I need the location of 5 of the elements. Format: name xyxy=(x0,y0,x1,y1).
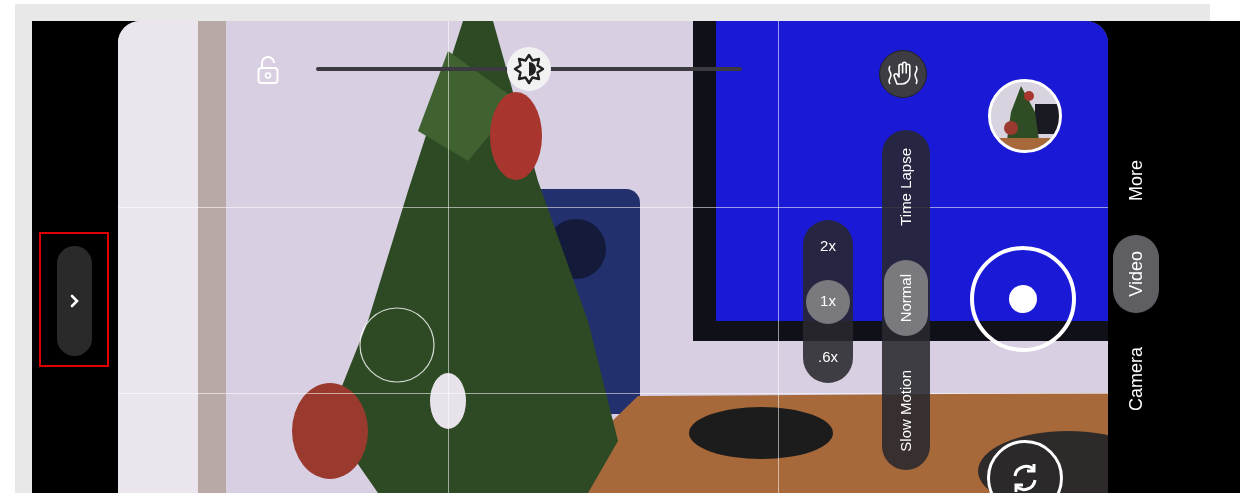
camera-mode-tab[interactable]: More xyxy=(1113,146,1159,215)
camera-mode-tab[interactable]: Video xyxy=(1113,235,1159,313)
side-panel-handle[interactable] xyxy=(57,246,92,356)
camera-mode-tab[interactable]: Camera xyxy=(1113,332,1159,425)
chevron-icon xyxy=(69,294,80,308)
